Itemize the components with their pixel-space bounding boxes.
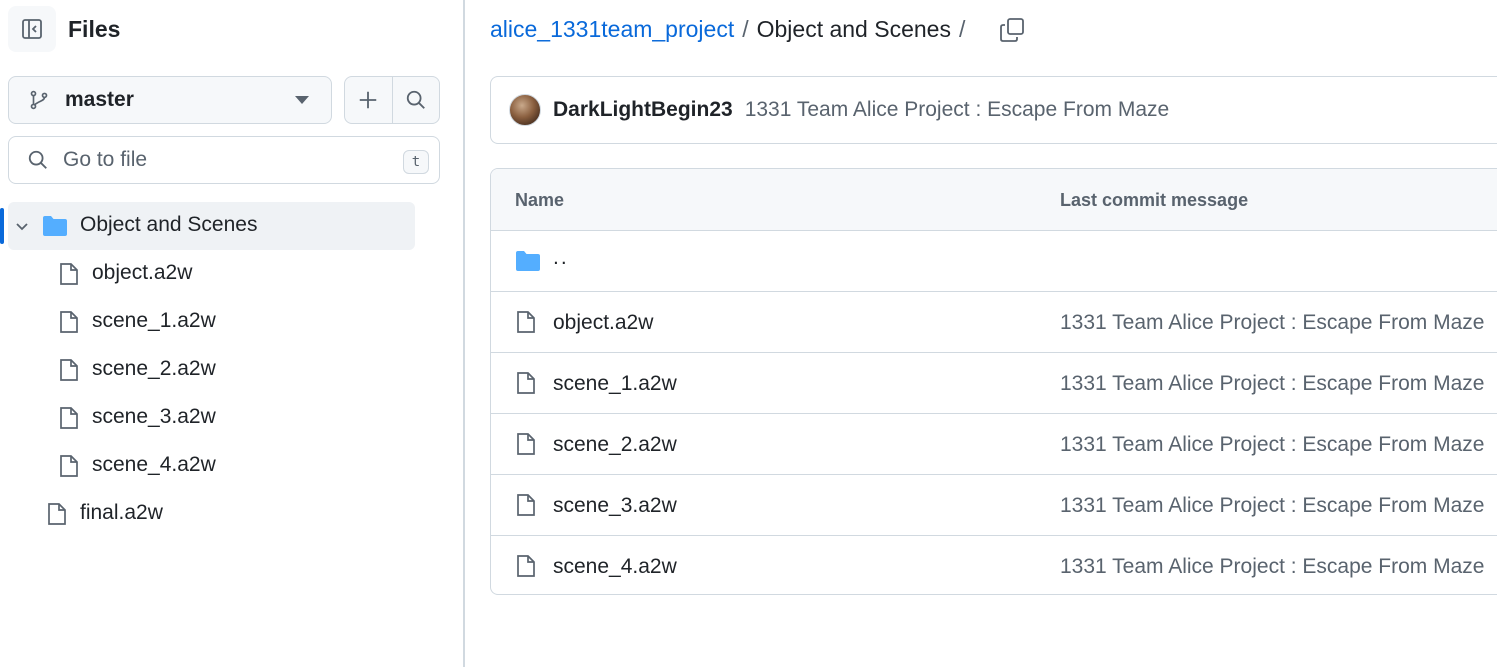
add-file-button[interactable]	[345, 77, 392, 123]
table-row: scene_2.a2w 1331 Team Alice Project : Es…	[491, 414, 1497, 475]
file-tree-sidebar: Files master Go to file t Object and Sce…	[0, 0, 465, 667]
file-icon	[60, 407, 78, 429]
file-icon	[517, 494, 535, 516]
file-name-link[interactable]: object.a2w	[553, 311, 653, 335]
table-row: scene_1.a2w 1331 Team Alice Project : Es…	[491, 353, 1497, 414]
file-icon	[60, 311, 78, 333]
breadcrumb-separator: /	[958, 16, 966, 42]
file-actions-group	[344, 76, 440, 124]
tree-file-scene-1[interactable]: scene_1.a2w	[0, 298, 465, 346]
tree-file-scene-3[interactable]: scene_3.a2w	[0, 394, 465, 442]
parent-directory-link[interactable]: ..	[553, 246, 569, 270]
commit-message-link[interactable]: 1331 Team Alice Project : Escape From Ma…	[1060, 372, 1484, 396]
search-icon	[406, 90, 425, 109]
go-to-file-input[interactable]: Go to file t	[8, 136, 440, 184]
search-icon	[28, 150, 47, 169]
commit-message-link[interactable]: 1331 Team Alice Project : Escape From Ma…	[1060, 433, 1484, 457]
file-tree: Object and Scenes object.a2w scene_1.a2w…	[0, 202, 465, 538]
tree-file-final[interactable]: final.a2w	[0, 490, 465, 538]
column-header-name: Name	[515, 190, 565, 210]
tree-file-object[interactable]: object.a2w	[0, 250, 465, 298]
commit-message-link[interactable]: 1331 Team Alice Project : Escape From Ma…	[1060, 311, 1484, 335]
file-icon	[60, 263, 78, 285]
file-name-link[interactable]: scene_2.a2w	[553, 433, 677, 457]
commit-message-link[interactable]: 1331 Team Alice Project : Escape From Ma…	[745, 98, 1169, 122]
folder-icon	[516, 251, 540, 271]
parent-directory-row[interactable]: ..	[491, 231, 1497, 292]
git-branch-icon	[27, 88, 51, 112]
avatar[interactable]	[509, 94, 541, 126]
tree-folder-label: Object and Scenes	[80, 213, 258, 236]
commit-message-link[interactable]: 1331 Team Alice Project : Escape From Ma…	[1060, 555, 1484, 579]
file-icon	[60, 359, 78, 381]
go-to-file-placeholder: Go to file	[63, 148, 148, 171]
file-icon	[517, 555, 535, 577]
main-content: alice_1331team_project / Object and Scen…	[467, 0, 1497, 667]
file-name-link[interactable]: scene_1.a2w	[553, 372, 677, 396]
breadcrumb-current: Object and Scenes	[756, 16, 951, 42]
search-files-button[interactable]	[391, 77, 439, 123]
tree-file-label: scene_2.a2w	[92, 357, 216, 380]
file-name-link[interactable]: scene_4.a2w	[553, 555, 677, 579]
breadcrumb-repo-link[interactable]: alice_1331team_project	[490, 14, 734, 44]
tree-folder-object-and-scenes[interactable]: Object and Scenes	[0, 202, 415, 250]
file-icon	[517, 311, 535, 333]
sidebar-collapse-icon	[22, 19, 42, 39]
latest-commit-bar: DarkLightBegin23 1331 Team Alice Project…	[490, 76, 1497, 144]
breadcrumb: alice_1331team_project / Object and Scen…	[490, 14, 973, 44]
table-header: Name Last commit message	[491, 169, 1497, 231]
sidebar-title: Files	[68, 16, 121, 42]
table-row: scene_4.a2w 1331 Team Alice Project : Es…	[491, 536, 1497, 594]
file-name-link[interactable]: scene_3.a2w	[553, 494, 677, 518]
commit-author-link[interactable]: DarkLightBegin23	[553, 98, 733, 122]
file-icon	[60, 455, 78, 477]
file-table: Name Last commit message .. object.a2w 1…	[490, 168, 1497, 595]
copy-icon	[1000, 18, 1024, 42]
keyboard-shortcut-hint: t	[403, 150, 429, 174]
plus-icon	[360, 91, 377, 109]
tree-file-label: scene_4.a2w	[92, 453, 216, 476]
tree-file-label: object.a2w	[92, 261, 193, 284]
breadcrumb-separator: /	[742, 16, 749, 42]
collapse-sidebar-button[interactable]	[8, 6, 56, 52]
commit-message-link[interactable]: 1331 Team Alice Project : Escape From Ma…	[1060, 494, 1484, 518]
tree-file-label: final.a2w	[80, 501, 163, 524]
file-icon	[48, 503, 66, 525]
tree-file-label: scene_3.a2w	[92, 405, 216, 428]
tree-file-scene-4[interactable]: scene_4.a2w	[0, 442, 465, 490]
chevron-down-icon[interactable]	[14, 218, 30, 234]
column-header-message: Last commit message	[1060, 190, 1249, 210]
table-row: object.a2w 1331 Team Alice Project : Esc…	[491, 292, 1497, 353]
copy-path-button[interactable]	[997, 15, 1027, 45]
branch-name: master	[65, 88, 134, 111]
tree-file-label: scene_1.a2w	[92, 309, 216, 332]
folder-icon	[43, 216, 67, 236]
caret-down-icon	[295, 96, 309, 104]
tree-file-scene-2[interactable]: scene_2.a2w	[0, 346, 465, 394]
active-indicator	[0, 208, 4, 244]
branch-selector[interactable]: master	[8, 76, 332, 124]
file-icon	[517, 372, 535, 394]
table-row: scene_3.a2w 1331 Team Alice Project : Es…	[491, 475, 1497, 536]
file-icon	[517, 433, 535, 455]
